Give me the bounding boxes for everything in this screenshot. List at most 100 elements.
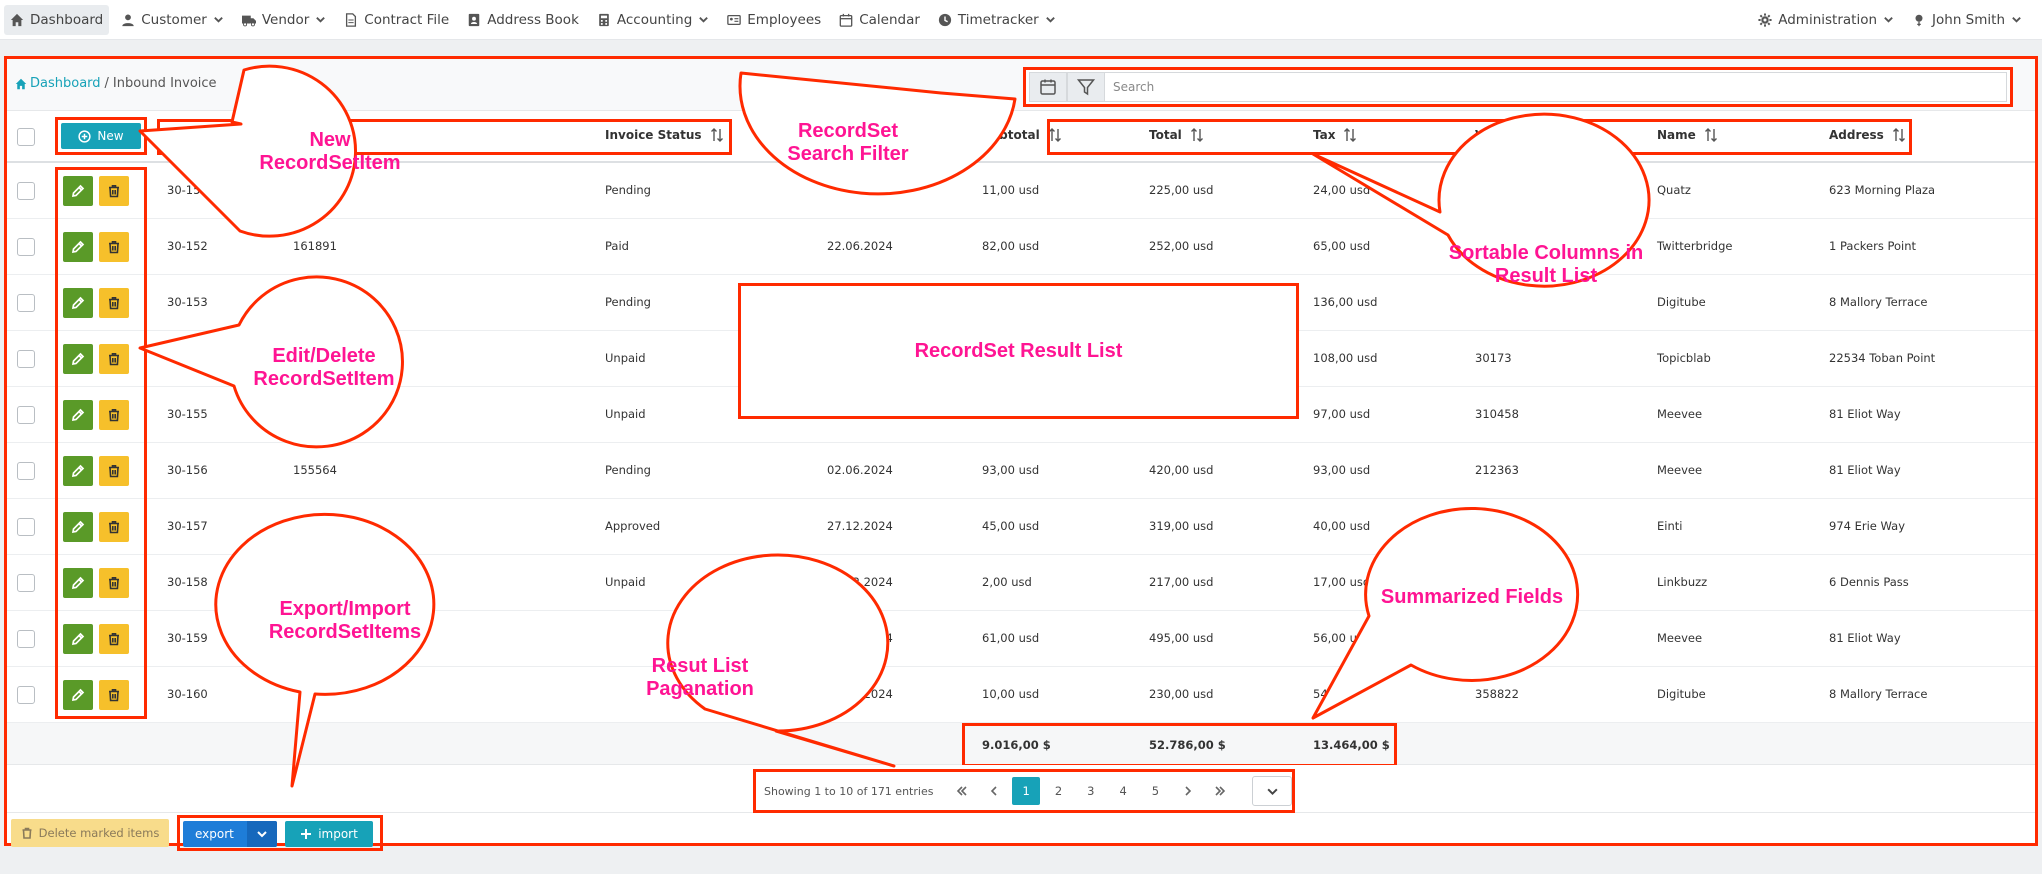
nav-vendor[interactable]: Vendor (236, 5, 332, 35)
row-checkbox[interactable] (17, 238, 35, 256)
cell-tax: 54,0 (1313, 687, 1339, 701)
cell-number: 30-160 (167, 687, 208, 701)
invoice-panel: Dashboard / Inbound Invoice Search Invoi… (4, 56, 2038, 851)
cell-tax: 93,00 usd (1313, 463, 1371, 477)
row-checkbox[interactable] (17, 686, 35, 704)
id-card-icon (727, 14, 742, 25)
last-page-button[interactable] (1206, 777, 1234, 805)
pagination: Showing 1 to 10 of 171 entries 1 2 3 4 5 (753, 769, 1295, 813)
cell-number: 30-152 (167, 239, 208, 253)
cell-subtotal: 10,00 usd (982, 687, 1040, 701)
row-checkbox[interactable] (17, 294, 35, 312)
cell-name: Topicblab (1657, 351, 1711, 365)
export-dropdown-toggle[interactable] (247, 821, 277, 847)
row-checkbox[interactable] (17, 462, 35, 480)
cell-number: 30-155 (167, 407, 208, 421)
new-button-highlight: New (55, 117, 147, 155)
calendar-icon (1040, 79, 1056, 95)
table-row: 30-156 155564 Pending 02.06.2024 93,00 usd 42… (7, 443, 2035, 499)
cell-invoice-number: 155564 (293, 463, 337, 477)
cell-tax: 40,00 usd (1313, 519, 1371, 533)
cell-name: Meevee (1657, 463, 1703, 477)
nav-employees[interactable]: Employees (721, 5, 827, 35)
cell-number: 30-157 (167, 519, 208, 533)
cell-name: Linkbuzz (1657, 575, 1708, 589)
nav-customer[interactable]: Customer (115, 5, 230, 35)
nav-address-book[interactable]: Address Book (461, 5, 585, 35)
first-page-button[interactable] (947, 777, 975, 805)
nav-timetracker[interactable]: Timetracker (932, 5, 1062, 35)
cell-name: Digitube (1657, 295, 1706, 309)
cell-total: 252,00 usd (1149, 239, 1214, 253)
chevron-down-icon (1884, 17, 1893, 23)
row-checkbox[interactable] (17, 630, 35, 648)
cell-vendor-id: 30173 (1475, 351, 1512, 365)
annotation-result-list-text: RecordSet Result List (914, 339, 1123, 362)
row-checkbox[interactable] (17, 406, 35, 424)
nav-label: Dashboard (30, 11, 104, 28)
nav-user-menu[interactable]: John Smith (1906, 5, 2028, 35)
nav-accounting[interactable]: Accounting (591, 5, 715, 35)
select-all-checkbox[interactable] (17, 128, 35, 146)
page-size-select[interactable] (1252, 776, 1292, 806)
plus-circle-icon (78, 129, 92, 143)
cell-invoice-status: Pending (605, 183, 651, 197)
user-profile-icon (1915, 14, 1923, 26)
nav-label: Address Book (487, 11, 579, 28)
calculator-icon (599, 13, 609, 26)
cell-vendor-id: 212363 (1475, 463, 1519, 477)
row-checkbox[interactable] (17, 182, 35, 200)
cell-date: 27.03.2024 (827, 631, 893, 645)
new-button[interactable]: New (61, 123, 141, 149)
table-row: 30-159 27.03.2024 61,00 usd 495,00 usd 56,00… (7, 611, 2035, 667)
cell-date: 17.02.2024 (827, 575, 893, 589)
cell-total: 495,00 usd (1149, 631, 1214, 645)
cell-invoice-status: Unpaid (605, 575, 646, 589)
breadcrumb-home-link[interactable]: Dashboard (15, 76, 101, 91)
chevron-left-icon (990, 786, 997, 796)
nav-label: Calendar (859, 11, 920, 28)
filter-button[interactable] (1067, 72, 1105, 102)
page-button-1[interactable]: 1 (1012, 777, 1041, 805)
cell-name: Meevee (1657, 631, 1703, 645)
plus-icon (301, 829, 312, 839)
nav-contract-file[interactable]: Contract File (338, 5, 455, 35)
cell-subtotal: 82,00 usd (982, 239, 1040, 253)
cell-name: Digitube (1657, 687, 1706, 701)
panel-toolbar: Dashboard / Inbound Invoice Search (7, 59, 2035, 111)
breadcrumb-separator: / (104, 76, 109, 91)
cell-name: Einti (1657, 519, 1683, 533)
table-row: 30-157 171684 Approved 27.12.2024 45,00 usd 3… (7, 499, 2035, 555)
nav-dashboard[interactable]: Dashboard (4, 4, 110, 35)
delete-marked-button[interactable]: Delete marked items (11, 819, 169, 847)
cell-address: 22534 Toban Point (1829, 351, 1936, 365)
chevron-down-icon (1045, 17, 1055, 23)
next-page-button[interactable] (1174, 777, 1202, 805)
cell-address: 974 Erie Way (1829, 519, 1906, 533)
import-button[interactable]: import (285, 821, 373, 847)
cell-total: 420,00 usd (1149, 463, 1214, 477)
cell-name: Meevee (1657, 407, 1703, 421)
home-icon (10, 13, 24, 26)
cell-tax: 97,00 usd (1313, 407, 1371, 421)
export-button[interactable]: export (183, 821, 277, 847)
page-button-4[interactable]: 4 (1109, 777, 1137, 805)
page-button-5[interactable]: 5 (1141, 777, 1169, 805)
row-checkbox[interactable] (17, 350, 35, 368)
chevron-down-icon (214, 17, 223, 23)
row-checkbox[interactable] (17, 574, 35, 592)
search-input[interactable]: Search (1105, 72, 2007, 102)
date-filter-button[interactable] (1029, 72, 1067, 102)
cell-invoice-status: Pending (605, 463, 651, 477)
cell-tax: 24,00 usd (1313, 183, 1371, 197)
nav-calendar[interactable]: Calendar (833, 5, 926, 35)
prev-page-button[interactable] (980, 777, 1008, 805)
cell-address: 623 Morning Plaza (1829, 183, 1936, 197)
page-button-2[interactable]: 2 (1044, 777, 1072, 805)
cell-address: 1 Packers Point (1829, 239, 1917, 253)
row-checkbox[interactable] (17, 518, 35, 536)
nav-administration[interactable]: Administration (1752, 5, 1900, 35)
address-book-icon (468, 13, 480, 26)
page-button-3[interactable]: 3 (1077, 777, 1105, 805)
search-filter: Search (1023, 67, 2013, 107)
